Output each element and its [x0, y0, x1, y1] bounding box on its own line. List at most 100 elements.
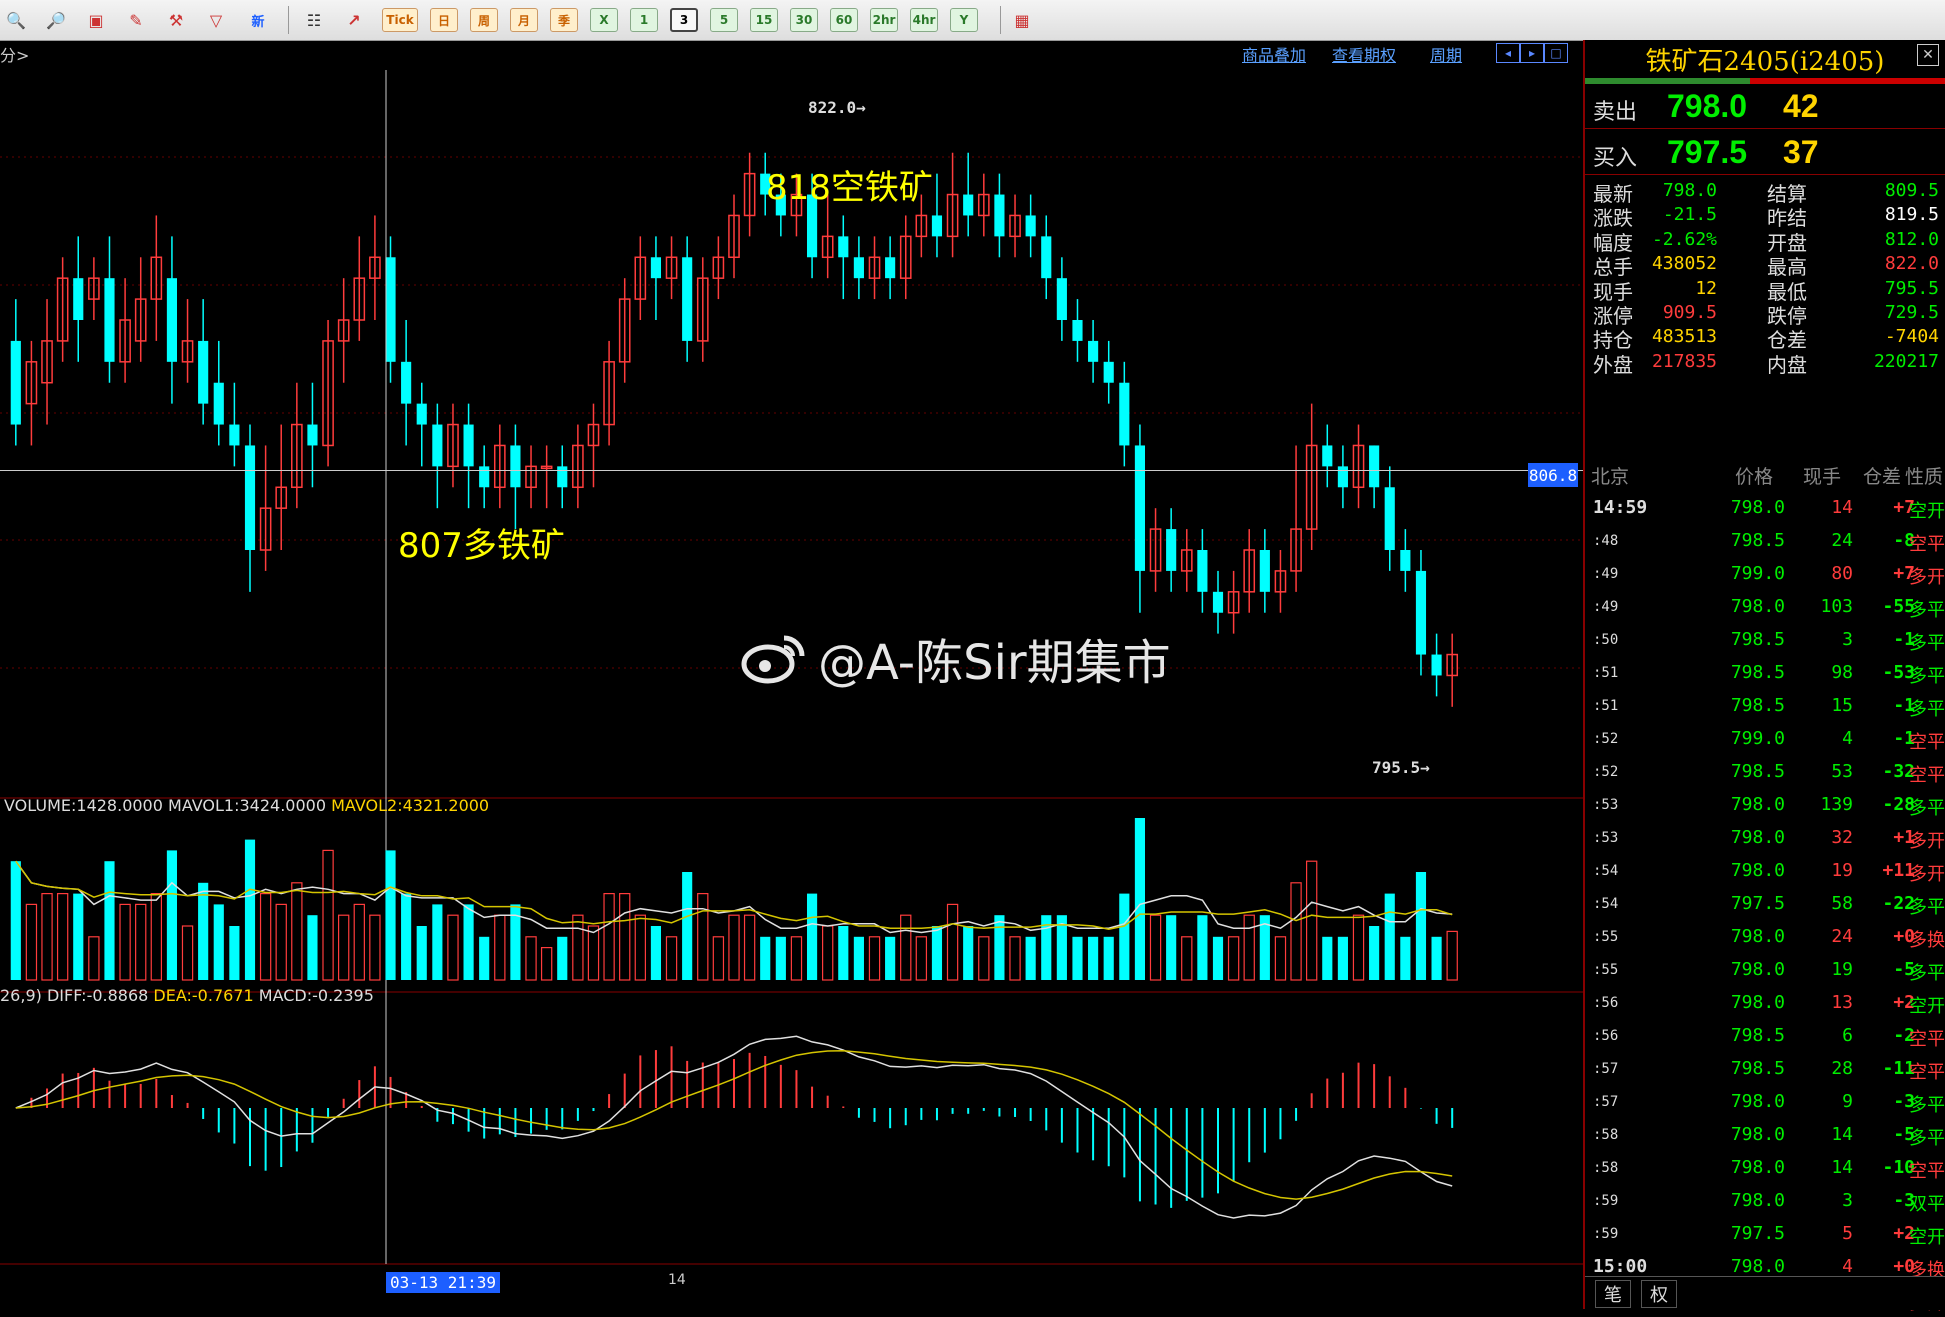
volume-label: VOLUME:1428.0000 — [4, 796, 163, 815]
buy-volume: 37 — [1783, 134, 1819, 170]
volume-bar — [10, 861, 21, 980]
volume-bar — [1306, 860, 1318, 981]
candle-body — [853, 257, 864, 279]
sell-label: 卖出 — [1593, 100, 1638, 125]
volume-bar — [447, 914, 459, 981]
stat-value: 12 — [1695, 277, 1717, 299]
volume-bar — [401, 893, 412, 980]
tick-nature: 空平 — [1909, 732, 1945, 753]
tick-price: 798.5 — [1730, 1058, 1785, 1079]
tick-nature: 多平 — [1909, 963, 1945, 984]
tick-volume: 103 — [1820, 596, 1853, 617]
mavol1-label: MAVOL1:3424.0000 — [168, 796, 327, 815]
tick-time: :58 — [1593, 1127, 1619, 1143]
stat-value: 798.0 — [1662, 180, 1717, 201]
macd-legend: 26,9) DIFF:-0.8868 DEA:-0.7671 MACD:-0.2… — [0, 986, 374, 1005]
sell-price: 798.0 — [1667, 88, 1748, 124]
tick-time: :53 — [1593, 830, 1619, 846]
instrument-title: 铁矿石2405(i2405) — [1645, 46, 1885, 77]
diff-label: DIFF:-0.8868 — [46, 986, 149, 1005]
tick-price: 798.0 — [1730, 1124, 1785, 1145]
tick-price: 798.0 — [1730, 959, 1785, 980]
x-axis-tick: 14 — [668, 1272, 686, 1288]
volume-bar — [1446, 930, 1458, 981]
tab-trades[interactable]: 笔 — [1595, 1280, 1631, 1308]
candle-body — [885, 257, 896, 279]
tick-time: :51 — [1593, 698, 1619, 714]
tick-nature: 空开 — [1909, 1227, 1945, 1248]
tick-nature: 多换 — [1909, 930, 1945, 951]
candle-body — [104, 278, 115, 362]
cursor-time-label: 03-13 21:39 — [386, 1272, 500, 1293]
tick-volume: 28 — [1831, 1058, 1853, 1079]
tick-nature: 空平 — [1909, 1029, 1945, 1050]
tick-volume: 4 — [1842, 728, 1853, 749]
tick-time: :57 — [1593, 1061, 1619, 1077]
stat-value: 220217 — [1873, 350, 1939, 372]
tick-head-time: 北京 — [1591, 466, 1630, 488]
tick-time: :56 — [1593, 1028, 1619, 1044]
volume-bar — [634, 914, 646, 981]
volume-bar — [119, 903, 131, 981]
volume-bar — [385, 850, 396, 980]
volume-bar — [41, 892, 53, 981]
tick-time: :51 — [1593, 665, 1619, 681]
tick-header: 北京 价格 现手 仓差 性质 — [1585, 462, 1945, 492]
volume-bar — [587, 925, 600, 981]
volume-bar — [619, 892, 631, 981]
close-icon[interactable]: ✕ — [1917, 44, 1939, 66]
tick-head-price: 价格 — [1735, 466, 1774, 488]
tick-row: :57 798.0 9 -3 多平 — [1585, 1086, 1945, 1119]
tick-row: :57 798.5 28 -11 空平 — [1585, 1053, 1945, 1086]
tick-price: 797.5 — [1730, 1223, 1785, 1244]
tick-volume: 24 — [1831, 530, 1853, 551]
candle-body — [1166, 529, 1177, 571]
low-price-label: 795.5→ — [1372, 758, 1430, 777]
tick-nature: 多平 — [1909, 798, 1945, 819]
stat-value: 812.0 — [1884, 228, 1939, 250]
volume-bar — [603, 892, 615, 981]
volume-bar — [229, 926, 240, 980]
tick-nature: 空开 — [1909, 501, 1945, 522]
candle-body — [1119, 382, 1130, 446]
candle-body — [229, 424, 240, 446]
tick-price: 798.5 — [1730, 761, 1785, 782]
tick-time: :49 — [1593, 599, 1619, 615]
tick-price: 798.0 — [1730, 926, 1785, 947]
volume-bar — [978, 936, 990, 981]
candle-body — [1088, 340, 1099, 362]
tick-nature: 多平 — [1909, 600, 1945, 621]
tick-nature: 多开 — [1909, 567, 1945, 588]
tick-nature: 多平 — [1909, 1128, 1945, 1149]
volume-bar — [213, 904, 224, 980]
candle-body — [557, 466, 568, 488]
tick-row: :49 799.0 80 +7 多开 — [1585, 558, 1945, 591]
volume-bar — [479, 936, 490, 980]
tick-price: 799.0 — [1730, 728, 1785, 749]
volume-bar — [682, 872, 693, 980]
tick-row: :51 798.5 98 -53 多平 — [1585, 657, 1945, 690]
tick-row: :54 798.0 19 +11 多开 — [1585, 855, 1945, 888]
volume-bar — [259, 892, 272, 981]
volume-bar — [181, 925, 194, 981]
candle-body — [1384, 487, 1395, 550]
tick-volume: 3 — [1842, 629, 1853, 650]
candle-body — [1103, 361, 1114, 383]
candle-body — [1322, 445, 1333, 467]
tick-time: :50 — [1593, 632, 1619, 648]
tick-head-nature: 性质 — [1905, 466, 1944, 488]
tick-row: :53 798.0 139 -28 多平 — [1585, 789, 1945, 822]
volume-bar — [650, 926, 662, 980]
volume-bar — [1134, 818, 1146, 980]
tick-volume: 13 — [1831, 992, 1853, 1013]
volume-bar — [150, 892, 162, 981]
tick-price: 798.0 — [1730, 860, 1785, 881]
candle-body — [1415, 570, 1427, 655]
tick-volume: 98 — [1831, 662, 1853, 683]
tab-rights[interactable]: 权 — [1641, 1280, 1677, 1308]
tick-volume: 4 — [1842, 1256, 1853, 1277]
tick-nature: 多平 — [1909, 633, 1945, 654]
candle-body — [1072, 320, 1083, 341]
volume-bar — [166, 850, 178, 980]
tick-nature: 空平 — [1909, 1161, 1945, 1182]
